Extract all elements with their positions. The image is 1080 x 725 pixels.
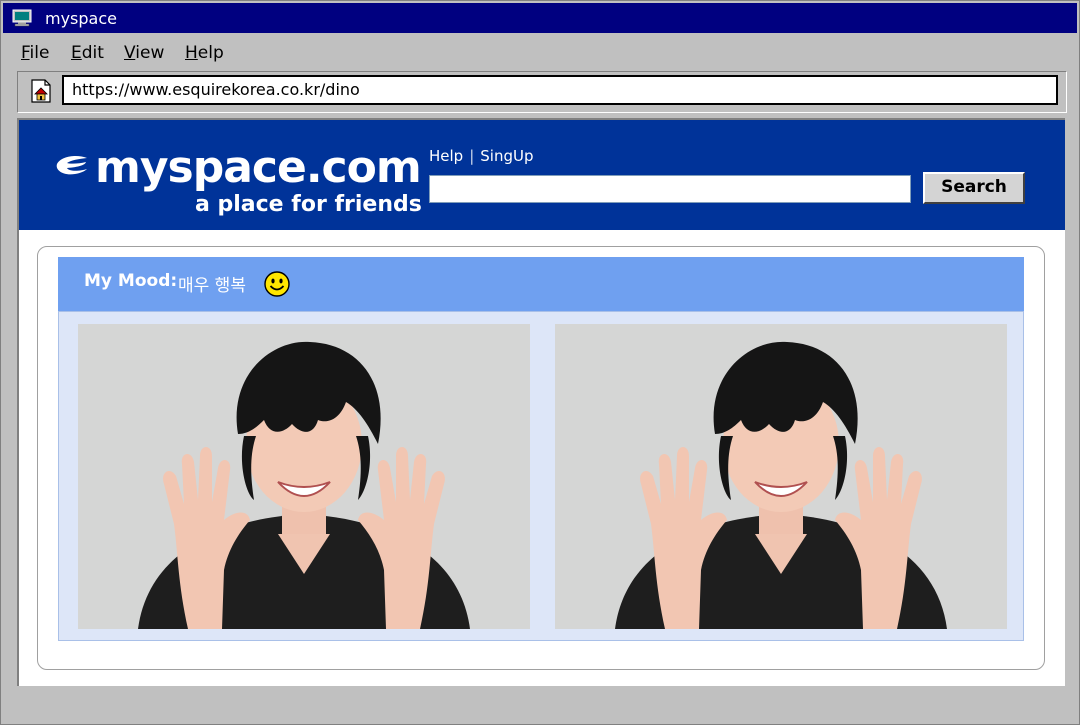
window-title: myspace <box>45 9 117 28</box>
help-link[interactable]: Help <box>429 147 463 165</box>
search-button[interactable]: Search <box>923 172 1025 204</box>
mood-label: My Mood: <box>84 271 178 291</box>
signup-link[interactable]: SingUp <box>480 147 533 165</box>
menu-file-accel: F <box>21 43 30 63</box>
page-viewport: myspace.com a place for friends Help | Sin… <box>17 118 1065 686</box>
myspace-logo-icon <box>56 156 87 175</box>
menu-view-accel: V <box>124 43 136 63</box>
menu-edit[interactable]: Edit <box>71 43 104 63</box>
search-input[interactable] <box>429 175 911 203</box>
photo-illustration-1 <box>78 324 530 629</box>
page-home-icon <box>31 79 51 103</box>
menu-view[interactable]: View <box>124 43 164 63</box>
menu-edit-rest: dit <box>81 43 104 63</box>
menu-edit-accel: E <box>71 43 82 63</box>
menu-help-rest: elp <box>197 43 224 63</box>
photo-person-waving-1 <box>78 324 530 629</box>
menu-file-rest: ile <box>29 43 50 63</box>
mood-value: 매우 행복 <box>178 276 246 296</box>
menu-view-rest: iew <box>135 43 165 63</box>
photo-panel <box>58 311 1024 641</box>
mood-card: My Mood: 매우 행복 <box>37 246 1045 670</box>
menu-bar: File Edit View Help <box>3 37 1077 67</box>
menu-help[interactable]: Help <box>185 43 224 63</box>
menu-file[interactable]: File <box>21 43 49 63</box>
photo-person-waving-2 <box>555 324 1007 629</box>
browser-window: myspace File Edit View Help https://www.… <box>0 0 1080 725</box>
link-separator: | <box>469 147 475 165</box>
smiley-icon <box>264 271 290 297</box>
computer-icon <box>12 9 32 27</box>
mood-bar: My Mood: 매우 행복 <box>58 257 1024 311</box>
logo-text: myspace.com <box>95 142 422 193</box>
logo-tagline: a place for friends <box>195 192 422 217</box>
menu-help-accel: H <box>185 43 198 63</box>
site-header: myspace.com a place for friends Help | Sin… <box>19 120 1065 230</box>
photo-illustration-2 <box>555 324 1007 629</box>
title-bar: myspace <box>3 3 1077 33</box>
header-links: Help | SingUp <box>429 147 533 165</box>
url-input[interactable]: https://www.esquirekorea.co.kr/dino <box>62 75 1058 105</box>
address-bar: https://www.esquirekorea.co.kr/dino <box>17 71 1067 113</box>
